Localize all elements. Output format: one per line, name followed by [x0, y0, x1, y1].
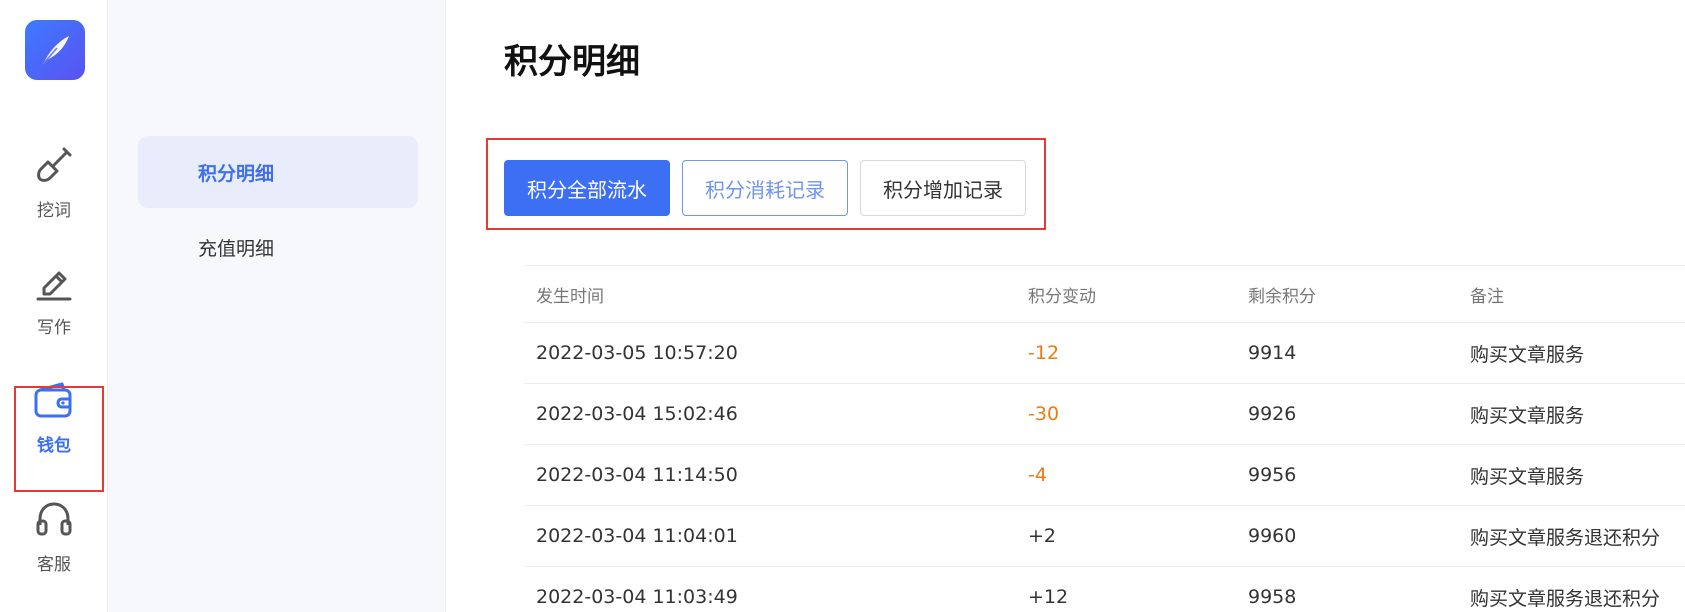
points-table: 发生时间 积分变动 剩余积分 备注 2022-03-05 10:57:20 -1…	[524, 265, 1685, 612]
highlight-box-wallet	[14, 386, 104, 492]
table-row: 2022-03-05 10:57:20 -12 9914 购买文章服务	[524, 322, 1685, 383]
subnav-item-points-detail[interactable]: 积分明细	[138, 136, 418, 208]
cell-remain: 9914	[1248, 342, 1297, 364]
cell-note: 购买文章服务	[1470, 404, 1585, 427]
headset-icon	[31, 496, 77, 542]
main-content: 积分明细 积分全部流水 积分消耗记录 积分增加记录 发生时间 积分变动 剩余积分…	[446, 0, 1685, 612]
subnav-item-recharge-detail[interactable]: 充值明细	[138, 211, 418, 283]
tab-group: 积分全部流水 积分消耗记录 积分增加记录	[486, 138, 1046, 230]
cell-remain: 9926	[1248, 403, 1297, 425]
tab-points-consumption[interactable]: 积分消耗记录	[682, 160, 848, 216]
cell-time: 2022-03-04 11:14:50	[536, 464, 738, 486]
page-title: 积分明细	[504, 42, 640, 82]
table-row: 2022-03-04 11:04:01 +2 9960 购买文章服务退还积分	[524, 505, 1685, 566]
pen-icon	[31, 259, 77, 305]
subnav-item-label: 充值明细	[198, 237, 275, 260]
sub-nav: 积分明细 充值明细	[108, 0, 446, 612]
header-change: 积分变动	[1028, 286, 1096, 307]
tab-all-points-flow[interactable]: 积分全部流水	[504, 160, 670, 216]
cell-change: -12	[1028, 342, 1060, 364]
cell-time: 2022-03-04 11:04:01	[536, 525, 738, 547]
cell-time: 2022-03-04 11:03:49	[536, 586, 738, 608]
cell-change: +12	[1028, 586, 1069, 608]
table-row: 2022-03-04 15:02:46 -30 9926 购买文章服务	[524, 383, 1685, 444]
shovel-icon	[31, 142, 77, 188]
icon-rail: 挖词 写作 钱包 客服	[0, 0, 108, 612]
app: 挖词 写作 钱包 客服 积分明细 充值明细 积分明细 积分全部流水 积分消耗记录…	[0, 0, 1685, 612]
rail-item-label: 客服	[37, 555, 71, 575]
tab-points-addition[interactable]: 积分增加记录	[860, 160, 1026, 216]
table-header-row: 发生时间 积分变动 剩余积分 备注	[524, 265, 1685, 322]
cell-time: 2022-03-04 15:02:46	[536, 403, 738, 425]
header-note: 备注	[1470, 286, 1504, 307]
cell-note: 购买文章服务退还积分	[1470, 526, 1661, 549]
cell-note: 购买文章服务退还积分	[1470, 587, 1661, 610]
table-row: 2022-03-04 11:03:49 +12 9958 购买文章服务退还积分	[524, 566, 1685, 612]
cell-remain: 9958	[1248, 586, 1297, 608]
rail-item-label: 写作	[37, 318, 71, 338]
cell-change: +2	[1028, 525, 1057, 547]
subnav-item-label: 积分明细	[198, 162, 275, 185]
table-row: 2022-03-04 11:14:50 -4 9956 购买文章服务	[524, 444, 1685, 505]
rail-item-label: 挖词	[37, 201, 71, 221]
rail-item-dig[interactable]: 挖词	[0, 128, 108, 238]
cell-change: -4	[1028, 464, 1047, 486]
cell-note: 购买文章服务	[1470, 343, 1585, 366]
cell-remain: 9956	[1248, 464, 1297, 486]
rail-item-write[interactable]: 写作	[0, 245, 108, 355]
app-logo[interactable]	[25, 20, 85, 80]
feather-logo-icon	[42, 36, 69, 65]
cell-note: 购买文章服务	[1470, 465, 1585, 488]
cell-time: 2022-03-05 10:57:20	[536, 342, 738, 364]
header-remain: 剩余积分	[1248, 286, 1316, 307]
rail-item-support[interactable]: 客服	[0, 482, 108, 592]
cell-change: -30	[1028, 403, 1060, 425]
cell-remain: 9960	[1248, 525, 1297, 547]
header-time: 发生时间	[536, 286, 604, 307]
